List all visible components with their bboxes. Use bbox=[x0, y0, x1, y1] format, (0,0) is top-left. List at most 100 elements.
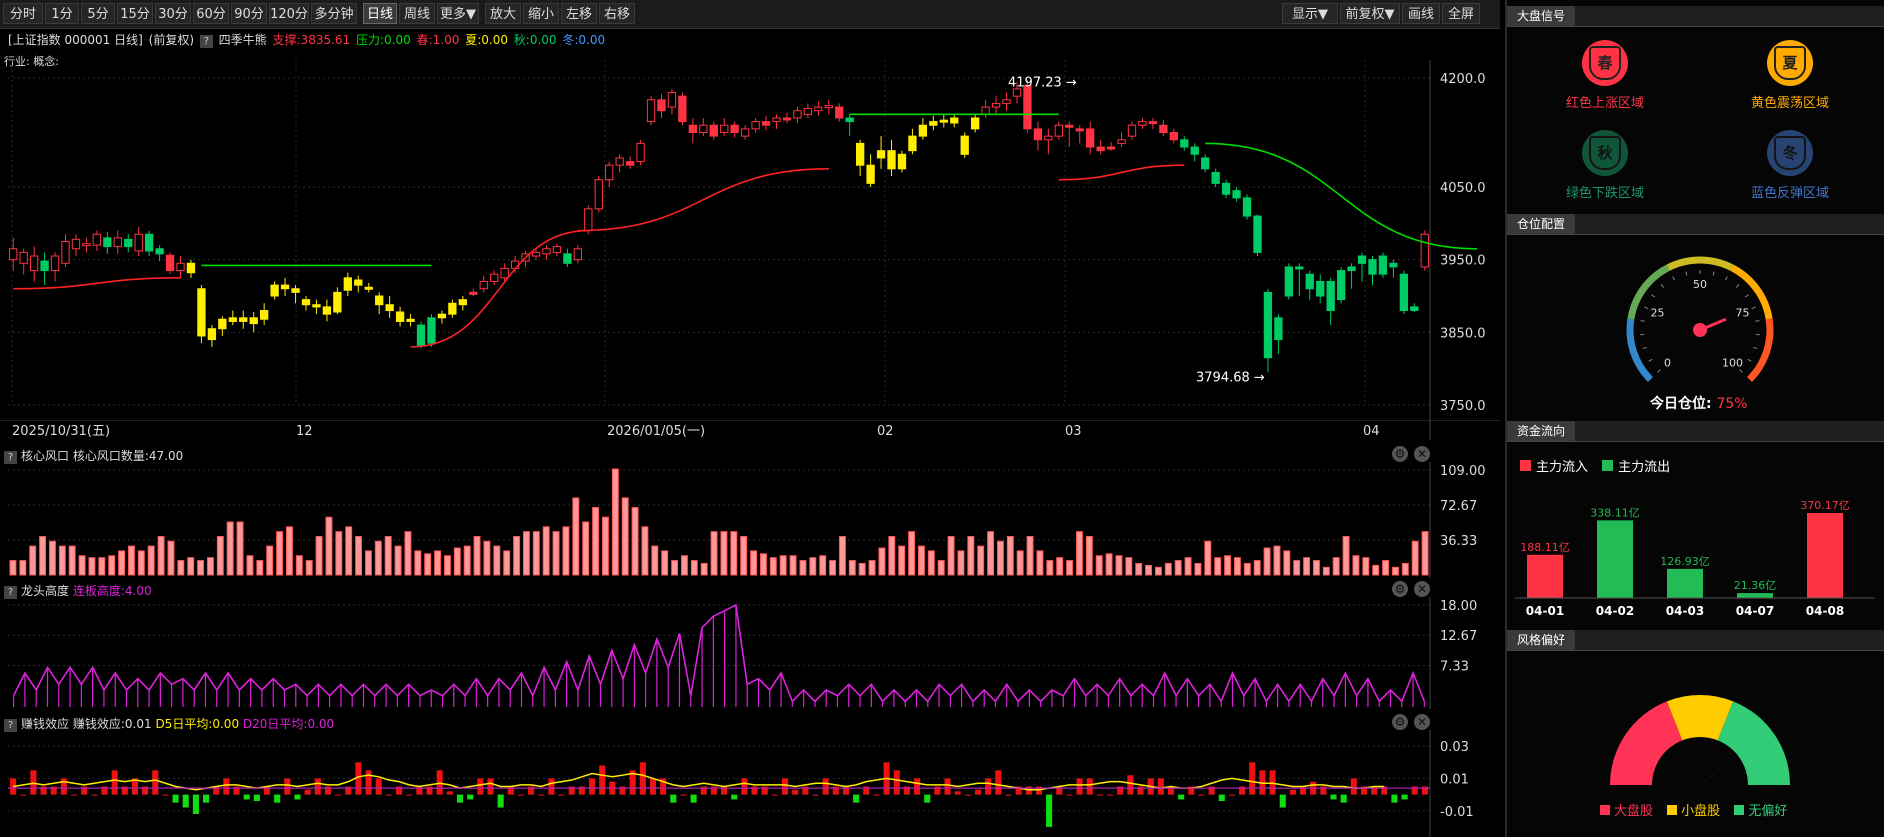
candle-body bbox=[897, 153, 907, 170]
wind-bar bbox=[1154, 566, 1162, 576]
price-chart[interactable]: 4200.0 4050.0 3950.0 3850.0 3750.0 4197.23 → 3… bbox=[0, 60, 1500, 440]
style-header: 风格偏好 bbox=[1507, 630, 1884, 651]
wind-bar bbox=[374, 540, 382, 576]
flow-value-label: 188.11亿 bbox=[1520, 541, 1570, 554]
inflow-label: 主力流入 bbox=[1536, 460, 1589, 475]
close-pane-icon[interactable]: ✕ bbox=[1414, 446, 1430, 462]
toolbar-button-12[interactable]: 放大 bbox=[485, 3, 521, 24]
candle-body bbox=[1357, 255, 1367, 264]
toolbar-button-1[interactable]: 1分 bbox=[45, 3, 79, 24]
wind-bar bbox=[848, 560, 856, 576]
candle-body bbox=[186, 262, 196, 274]
toolbar-button-11[interactable]: 更多▼ bbox=[437, 3, 479, 24]
support-line bbox=[410, 229, 589, 348]
candle-body bbox=[1002, 99, 1011, 104]
toolbar-right-button-0[interactable]: 显示▼ bbox=[1282, 3, 1338, 24]
position-label: 今日仓位: bbox=[1650, 396, 1712, 412]
effect-bar bbox=[914, 778, 921, 795]
candle-body bbox=[1253, 215, 1262, 253]
candle-body bbox=[971, 117, 980, 130]
toolbar-button-15[interactable]: 右移 bbox=[599, 3, 635, 24]
wind-bar bbox=[611, 468, 619, 576]
candle-body bbox=[688, 124, 698, 133]
gauge-minor-tick bbox=[1648, 358, 1653, 362]
toolbar-button-9[interactable]: 日线 bbox=[363, 3, 397, 24]
close-pane-icon[interactable]: ✕ bbox=[1414, 581, 1430, 597]
wind-bar bbox=[414, 550, 422, 576]
effect-bar bbox=[944, 778, 951, 795]
qmark-icon[interactable]: ? bbox=[199, 35, 213, 48]
toolbar-right-button-1[interactable]: 前复权▼ bbox=[1340, 3, 1400, 24]
adjust-label: (前复权) bbox=[148, 33, 195, 47]
candle-body bbox=[981, 106, 990, 115]
height-line bbox=[12, 603, 1426, 704]
candle-body bbox=[667, 92, 677, 108]
effect-bar bbox=[1279, 794, 1286, 808]
small-cap-label: 小盘股 bbox=[1681, 804, 1721, 819]
toolbar-right-button-3[interactable]: 全屏 bbox=[1442, 3, 1480, 24]
gauge-minor-tick bbox=[1739, 369, 1743, 373]
wind-bar bbox=[710, 531, 718, 576]
toolbar-button-14[interactable]: 左移 bbox=[561, 3, 597, 24]
settings-gear-icon[interactable]: ⚙ bbox=[1392, 446, 1408, 462]
wind-bar bbox=[1125, 557, 1133, 576]
y-tick-label: 3850.0 bbox=[1440, 326, 1486, 341]
candle-body bbox=[385, 304, 394, 312]
flow-value-label: 370.17亿 bbox=[1800, 499, 1850, 512]
toolbar-right-button-2[interactable]: 画线 bbox=[1402, 3, 1440, 24]
gauge-tick: 0 bbox=[1664, 357, 1671, 370]
effect-bar bbox=[314, 778, 321, 795]
candle-body bbox=[1274, 317, 1283, 341]
candle-body bbox=[1075, 128, 1084, 132]
summer-icon: 夏 bbox=[1767, 40, 1813, 86]
effect-bar bbox=[446, 791, 453, 795]
wind-bar bbox=[1283, 550, 1291, 576]
candle-body bbox=[1410, 306, 1419, 312]
candle-body bbox=[625, 161, 635, 166]
wind-bar bbox=[562, 526, 570, 576]
close-pane-icon[interactable]: ✕ bbox=[1414, 714, 1430, 730]
effect-bar bbox=[223, 778, 230, 795]
candle-body bbox=[1201, 157, 1210, 170]
toolbar-button-4[interactable]: 30分 bbox=[155, 3, 191, 24]
wind-bar bbox=[424, 553, 432, 576]
flow-bar bbox=[1667, 568, 1703, 598]
effect-bar bbox=[1076, 778, 1083, 795]
outflow-label: 主力流出 bbox=[1618, 460, 1671, 475]
toolbar-button-8[interactable]: 多分钟 bbox=[311, 3, 357, 24]
toolbar-button-2[interactable]: 5分 bbox=[81, 3, 115, 24]
candle-body bbox=[740, 128, 750, 137]
toolbar-button-0[interactable]: 分时 bbox=[3, 3, 43, 24]
wind-bar bbox=[345, 526, 353, 576]
candle-body bbox=[124, 238, 133, 248]
candle-body bbox=[490, 273, 499, 282]
toolbar-button-10[interactable]: 周线 bbox=[399, 3, 435, 24]
wind-bar bbox=[888, 535, 896, 576]
settings-gear-icon[interactable]: ⚙ bbox=[1392, 714, 1408, 730]
season-label: 蓝色反弹区域 bbox=[1750, 186, 1829, 201]
toolbar-button-5[interactable]: 60分 bbox=[193, 3, 229, 24]
toolbar-button-6[interactable]: 90分 bbox=[231, 3, 267, 24]
candle-body bbox=[260, 310, 269, 320]
date-axis: 2025/10/31(五) 12 2026/01/05(一) 02 03 04 bbox=[0, 420, 1500, 439]
wind-bar bbox=[177, 560, 185, 576]
wind-bar bbox=[1214, 557, 1222, 576]
candle-body bbox=[144, 233, 154, 252]
candle-body bbox=[761, 121, 771, 126]
winter-value: 冬:0.00 bbox=[562, 33, 606, 47]
toolbar-button-13[interactable]: 缩小 bbox=[523, 3, 559, 24]
high-annotation: 4197.23 → bbox=[1008, 76, 1077, 91]
candle-body bbox=[312, 304, 321, 308]
candle-body bbox=[1378, 255, 1388, 275]
toolbar-button-3[interactable]: 15分 bbox=[117, 3, 153, 24]
candle-body bbox=[720, 124, 729, 133]
wind-bar bbox=[1411, 540, 1419, 576]
style-gauge bbox=[1610, 695, 1790, 789]
toolbar-button-7[interactable]: 120分 bbox=[269, 3, 309, 24]
settings-gear-icon[interactable]: ⚙ bbox=[1392, 581, 1408, 597]
candle-body bbox=[510, 260, 520, 269]
security-title[interactable]: [上证指数 000001 日线] bbox=[8, 33, 143, 47]
effect-bar bbox=[192, 794, 199, 814]
season-winter-icon: 冬蓝色反弹区域 bbox=[1700, 130, 1880, 201]
y-tick-label: 72.67 bbox=[1440, 499, 1477, 514]
